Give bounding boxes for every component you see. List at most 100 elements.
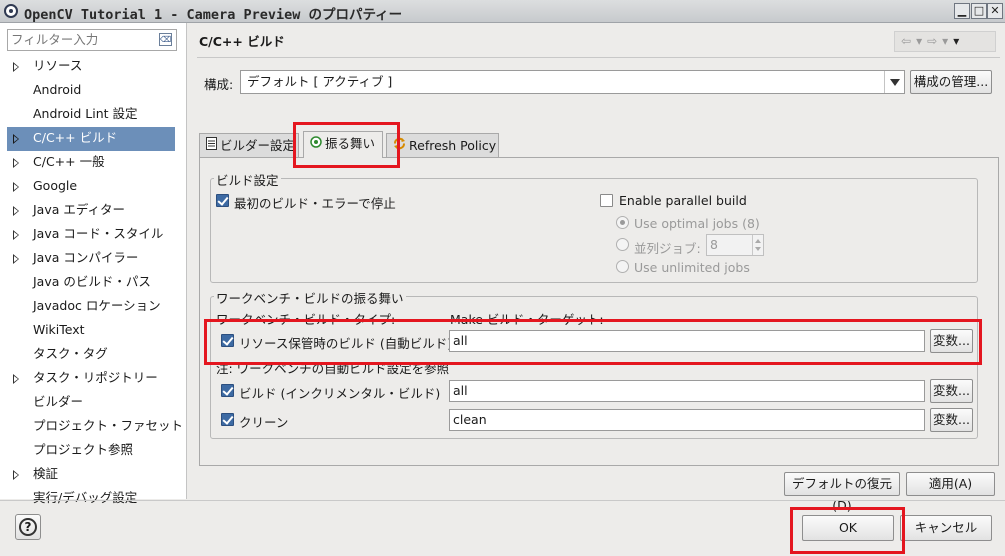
sidebar-item-label: ビルダー [33,394,84,409]
dialog-divider [0,500,1005,501]
title-bar: OpenCV Tutorial 1 - Camera Preview のプロパテ… [0,0,1005,23]
history-navigation: ⇦▾⇨▾▾ [894,31,996,52]
tab-behavior-label: 振る舞い [325,136,376,151]
expand-arrow-icon[interactable] [13,158,19,168]
sidebar-item-label: タスク・リポジトリー [33,370,158,385]
close-button[interactable]: ✕ [987,3,1003,19]
restore-defaults-button[interactable]: デフォルトの復元(D) [784,472,900,513]
tab-builder-settings[interactable]: ビルダー設定 [199,133,299,158]
sidebar-item[interactable]: Java コード・スタイル [0,223,186,247]
sidebar-item-label: プロジェクト・ファセット [33,418,184,433]
spinner-arrows-icon[interactable] [752,235,763,255]
view-menu-icon[interactable]: ▾ [953,34,964,48]
filter-placeholder: フィルター入力 [11,32,99,47]
apply-button[interactable]: 適用(A) [906,472,995,496]
forward-menu-icon[interactable]: ▾ [942,34,953,48]
tab-builder-settings-label: ビルダー設定 [220,138,296,153]
expand-arrow-icon[interactable] [13,470,19,480]
sidebar-item[interactable]: Google [0,175,186,199]
sidebar-item[interactable]: タスク・リポジトリー [0,367,186,391]
maximize-button[interactable]: □ [971,3,987,19]
stop-on-error-label: 最初のビルド・エラーで停止 [234,196,396,211]
incremental-build-checkbox[interactable] [221,384,234,397]
parallel-jobs-spinner[interactable]: 8 [706,234,764,256]
sidebar-item[interactable]: リソース [0,55,186,79]
sidebar-item[interactable]: 検証 [0,463,186,487]
expand-arrow-icon[interactable] [13,230,19,240]
clean-checkbox[interactable] [221,413,234,426]
minimize-button[interactable]: ▁ [954,3,970,19]
back-arrow-icon[interactable]: ⇦ [901,34,916,48]
help-button[interactable]: ? [15,514,41,540]
chevron-down-icon[interactable] [884,71,904,93]
parallel-build-label: Enable parallel build [619,193,747,208]
incremental-build-target-input[interactable]: all [449,380,925,402]
forward-arrow-icon[interactable]: ⇨ [927,34,942,48]
expand-arrow-icon[interactable] [13,134,19,144]
configuration-value: デフォルト [ アクティブ ] [247,74,393,89]
sidebar-item-label: C/C++ ビルド [33,130,118,145]
expand-arrow-icon[interactable] [13,62,19,72]
expand-arrow-icon[interactable] [13,182,19,192]
sidebar-item[interactable]: プロジェクト・ファセット [0,415,186,439]
parallel-jobs-value: 8 [710,237,718,252]
build-settings-label: ビルド設定 [214,170,281,189]
sidebar-item-label: Android Lint 設定 [33,106,138,121]
tab-behavior[interactable]: 振る舞い [303,131,383,158]
sidebar-item-label: 実行/デバッグ設定 [33,490,138,505]
behavior-icon [310,132,322,156]
sidebar-item-label: プロジェクト参照 [33,442,134,457]
window-title: OpenCV Tutorial 1 - Camera Preview のプロパテ… [24,7,403,23]
workbench-group-label: ワークベンチ・ビルドの振る舞い [214,288,406,307]
optimal-jobs-label: Use optimal jobs (8) [634,216,760,231]
sidebar-item-label: リソース [33,58,83,73]
filter-input[interactable]: フィルター入力 ⌫ [7,29,177,51]
sidebar-item-label: Android [33,82,82,97]
sidebar-item[interactable]: Java のビルド・パス [0,271,186,295]
sidebar-item-label: タスク・タグ [33,346,108,361]
sidebar-item[interactable]: C/C++ ビルド [7,127,175,151]
sidebar-item[interactable]: Java コンパイラー [0,247,186,271]
cancel-button[interactable]: キャンセル [900,515,992,541]
sidebar-item[interactable]: Javadoc ロケーション [0,295,186,319]
clean-variables-button[interactable]: 変数... [930,408,973,432]
unlimited-jobs-radio[interactable] [616,260,629,273]
sidebar-item-label: 検証 [33,466,59,481]
sidebar-item[interactable]: WikiText [0,319,186,343]
page-title: C/C++ ビルド [199,34,285,49]
highlight-auto-build-row [204,319,982,365]
clear-filter-icon[interactable]: ⌫ [159,33,172,46]
clean-target-input[interactable]: clean [449,409,925,431]
tab-refresh-policy[interactable]: Refresh Policy [386,133,499,158]
sidebar-item-label: Javadoc ロケーション [33,298,161,313]
incremental-build-variables-button[interactable]: 変数... [930,379,973,403]
parallel-jobs-radio[interactable] [616,238,629,251]
tab-refresh-policy-label: Refresh Policy [409,138,497,153]
sidebar-item[interactable]: Java エディター [0,199,186,223]
sidebar-item[interactable]: ビルダー [0,391,186,415]
back-menu-icon[interactable]: ▾ [916,34,927,48]
sidebar-item[interactable]: プロジェクト参照 [0,439,186,463]
configuration-combo[interactable]: デフォルト [ アクティブ ] [240,70,905,94]
expand-arrow-icon[interactable] [13,374,19,384]
sidebar-item[interactable]: タスク・タグ [0,343,186,367]
optimal-jobs-radio[interactable] [616,216,629,229]
help-icon: ? [19,518,37,536]
property-page-sidebar: フィルター入力 ⌫ リソース Android Android Lint 設定 C/C+… [0,23,187,505]
stop-on-error-checkbox[interactable] [216,194,229,207]
manage-configurations-button[interactable]: 構成の管理... [910,70,992,94]
sidebar-item-label: Java エディター [33,202,126,217]
sidebar-item-label: C/C++ 一般 [33,154,105,169]
sidebar-item-label: Google [33,178,78,193]
expand-arrow-icon[interactable] [13,254,19,264]
parallel-jobs-label: 並列ジョブ: [634,241,701,256]
app-icon [4,4,18,18]
property-tree: リソース Android Android Lint 設定 C/C++ ビルド C/C++… [0,55,186,511]
sidebar-item[interactable]: Android [0,79,186,103]
parallel-build-checkbox[interactable] [600,194,613,207]
sidebar-item[interactable]: Android Lint 設定 [0,103,186,127]
sidebar-item[interactable]: C/C++ 一般 [0,151,186,175]
sidebar-item-label: Java コンパイラー [33,250,139,265]
expand-arrow-icon[interactable] [13,206,19,216]
sidebar-item[interactable]: 実行/デバッグ設定 [0,487,186,511]
